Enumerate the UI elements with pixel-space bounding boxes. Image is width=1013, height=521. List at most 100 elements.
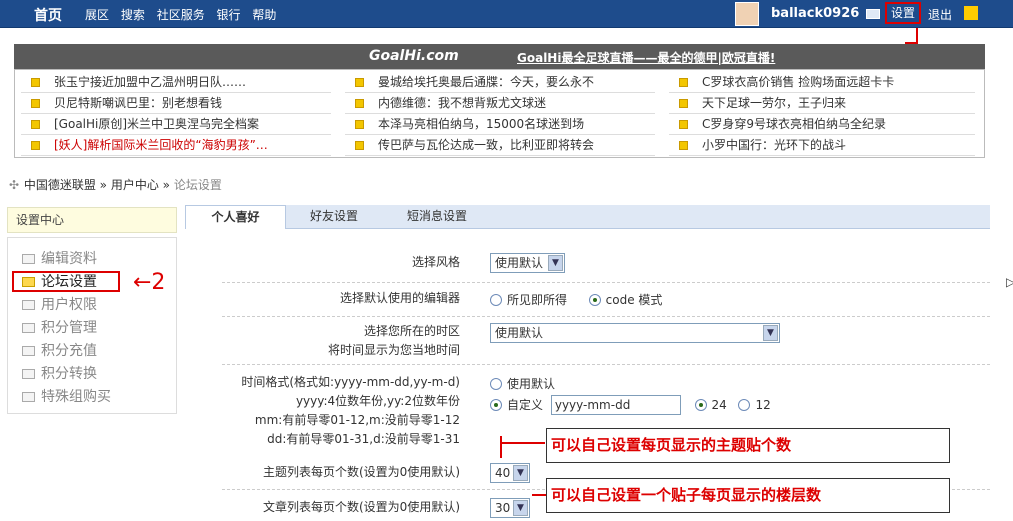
goalhi-logo: GoalHi.com [369, 48, 459, 64]
form-row-timezone: 选择您所在的时区 将时间显示为您当地时间 使用默认 ▼ [222, 317, 990, 365]
chevron-down-icon: ▼ [763, 325, 778, 341]
bullet-icon [355, 78, 364, 87]
hour-24-label: 24 [711, 398, 727, 412]
time-format-default-label: 使用默认 [507, 377, 556, 391]
top-navbar: 首页 展区 搜索 社区服务 银行 帮助 ballack0926 设置 退出 [0, 0, 1013, 28]
nav-bank[interactable]: 银行 [217, 8, 241, 22]
mail-icon[interactable] [866, 9, 880, 19]
shirt-icon[interactable] [964, 6, 978, 20]
annotation-posts: 可以自己设置一个贴子每页显示的楼层数 [546, 478, 950, 513]
style-label: 选择风格 [411, 255, 460, 269]
bullet-icon [679, 120, 688, 129]
editor-code-label: code 模式 [605, 293, 663, 307]
bullet-icon [679, 141, 688, 150]
bullet-icon [679, 99, 688, 108]
bullet-icon [355, 141, 364, 150]
tab-message-settings[interactable]: 短消息设置 [382, 205, 492, 229]
nav-help[interactable]: 帮助 [252, 8, 276, 22]
breadcrumb: ✣ 中国德迷联盟 » 用户中心 » 论坛设置 [8, 176, 222, 193]
chevron-down-icon: ▼ [513, 465, 528, 481]
news-panel: 张玉宁接近加盟中乙温州明日队…… 贝尼特斯嘲讽巴里：别老想看钱 [GoalHi原… [14, 69, 985, 158]
hour-12-label: 12 [755, 398, 771, 412]
posts-per-page-label: 文章列表每页个数(设置为0使用默认) [263, 500, 460, 514]
news-column-3: C罗球衣高价销售 捡购场面远超卡卡 天下足球一劳尔，王子归来 C罗身穿9号球衣亮… [669, 72, 975, 156]
expand-icon: ✣ [8, 178, 20, 192]
sidebar-item-points-recharge[interactable]: 积分充值 [8, 340, 176, 363]
posts-per-page-select[interactable]: 30 ▼ [490, 498, 530, 518]
timezone-label: 选择您所在的时区 将时间显示为您当地时间 [327, 324, 460, 357]
nav-exhibition[interactable]: 展区 [85, 8, 109, 22]
news-item[interactable]: [妖人]解析国际米兰回收的“海豹男孩”… [21, 135, 331, 156]
news-column-1: 张玉宁接近加盟中乙温州明日队…… 贝尼特斯嘲讽巴里：别老想看钱 [GoalHi原… [21, 72, 331, 156]
time-format-custom: 自定义 yyyy-mm-dd 24 12 [490, 395, 771, 415]
sidebar-item-edit-profile[interactable]: 编辑资料 [8, 248, 176, 271]
editor-label: 选择默认使用的编辑器 [339, 291, 460, 305]
sidebar-item-points-management[interactable]: 积分管理 [8, 317, 176, 340]
sidebar-item-points-exchange[interactable]: 积分转换 [8, 363, 176, 386]
time-format-default-radio[interactable] [490, 378, 502, 390]
annotation-line [532, 494, 546, 496]
annotation-line [500, 442, 545, 444]
news-item[interactable]: 张玉宁接近加盟中乙温州明日队…… [21, 72, 331, 93]
folder-icon [22, 323, 35, 333]
avatar[interactable] [735, 2, 759, 26]
form-row-editor: 选择默认使用的编辑器 所见即所得 code 模式 [222, 283, 990, 317]
news-item[interactable]: 小罗中国行：光环下的战斗 [669, 135, 975, 156]
news-item[interactable]: 贝尼特斯嘲讽巴里：别老想看钱 [21, 93, 331, 114]
breadcrumb-user-center[interactable]: 用户中心 [111, 178, 159, 192]
time-format-label: 时间格式(格式如:yyyy-mm-dd,yy-m-d) yyyy:4位数年份,y… [241, 375, 460, 446]
tab-friend-settings[interactable]: 好友设置 [286, 205, 382, 229]
news-item[interactable]: C罗身穿9号球衣亮相伯纳乌全纪录 [669, 114, 975, 135]
banner-slogan[interactable]: GoalHi最全足球直播——最全的德甲|欧冠直播! [517, 49, 775, 66]
folder-icon [22, 300, 35, 310]
settings-tabs: 个人喜好 好友设置 短消息设置 [185, 205, 990, 229]
time-format-custom-radio[interactable] [490, 399, 502, 411]
nav-search[interactable]: 搜索 [121, 8, 145, 22]
bullet-icon [31, 99, 40, 108]
news-item[interactable]: [GoalHi原创]米兰中卫奥涅乌完全档案 [21, 114, 331, 135]
chevron-down-icon: ▼ [548, 255, 563, 271]
nav-home[interactable]: 首页 [34, 5, 62, 25]
username[interactable]: ballack0926 [771, 6, 859, 21]
timezone-select[interactable]: 使用默认 ▼ [490, 323, 780, 343]
settings-link[interactable]: 设置 [885, 2, 921, 24]
folder-icon [22, 392, 35, 402]
bullet-icon [679, 78, 688, 87]
ad-banner[interactable]: GoalHi.com GoalHi最全足球直播——最全的德甲|欧冠直播! [14, 44, 985, 69]
folder-icon [22, 254, 35, 264]
nav-community[interactable]: 社区服务 [157, 8, 205, 22]
hour-24-radio[interactable] [694, 399, 707, 411]
time-format-input[interactable]: yyyy-mm-dd [550, 395, 681, 415]
breadcrumb-current: 论坛设置 [173, 178, 222, 192]
sidebar-item-special-group[interactable]: 特殊组购买 [8, 386, 176, 409]
logout-link[interactable]: 退出 [928, 6, 952, 23]
bullet-icon [31, 120, 40, 129]
news-item[interactable]: 内德维德：我不想背叛尤文球迷 [345, 93, 655, 114]
breadcrumb-home[interactable]: 中国德迷联盟 [24, 178, 96, 192]
news-item[interactable]: 曼城给埃托奥最后通牒：今天，要么永不 [345, 72, 655, 93]
form-row-style: 选择风格 使用默认 ▼ [222, 245, 990, 283]
breadcrumb-separator: » [99, 178, 111, 192]
breadcrumb-separator: » [162, 178, 174, 192]
editor-wysiwyg-label: 所见即所得 [507, 293, 568, 307]
editor-wysiwyg-radio[interactable] [490, 294, 502, 306]
news-item[interactable]: 天下足球一劳尔，王子归来 [669, 93, 975, 114]
editor-code-radio[interactable] [588, 294, 601, 306]
hour-12-radio[interactable] [738, 399, 751, 411]
tab-personal-preferences[interactable]: 个人喜好 [185, 205, 286, 229]
topics-per-page-select[interactable]: 40 ▼ [490, 463, 530, 483]
bullet-icon [355, 99, 364, 108]
annotation-topics: 可以自己设置每页显示的主题贴个数 [546, 428, 950, 463]
sidebar-menu: 编辑资料 论坛设置 用户权限 积分管理 积分充值 积分转换 特殊组购买 [7, 237, 177, 414]
time-format-default: 使用默认 [490, 375, 555, 392]
editor-options: 所见即所得 code 模式 [490, 291, 662, 308]
news-item[interactable]: 本泽马亮相伯纳乌，15000名球迷到场 [345, 114, 655, 135]
sidebar-header: 设置中心 [7, 207, 177, 233]
sidebar-item-permissions[interactable]: 用户权限 [8, 294, 176, 317]
style-select[interactable]: 使用默认 ▼ [490, 253, 565, 273]
news-item[interactable]: 传巴萨与瓦伦达成一致，比利亚即将转会 [345, 135, 655, 156]
annotation-line [500, 436, 502, 458]
news-item[interactable]: C罗球衣高价销售 捡购场面远超卡卡 [669, 72, 975, 93]
bullet-icon [31, 78, 40, 87]
cursor-icon: ▷ [1006, 275, 1013, 289]
